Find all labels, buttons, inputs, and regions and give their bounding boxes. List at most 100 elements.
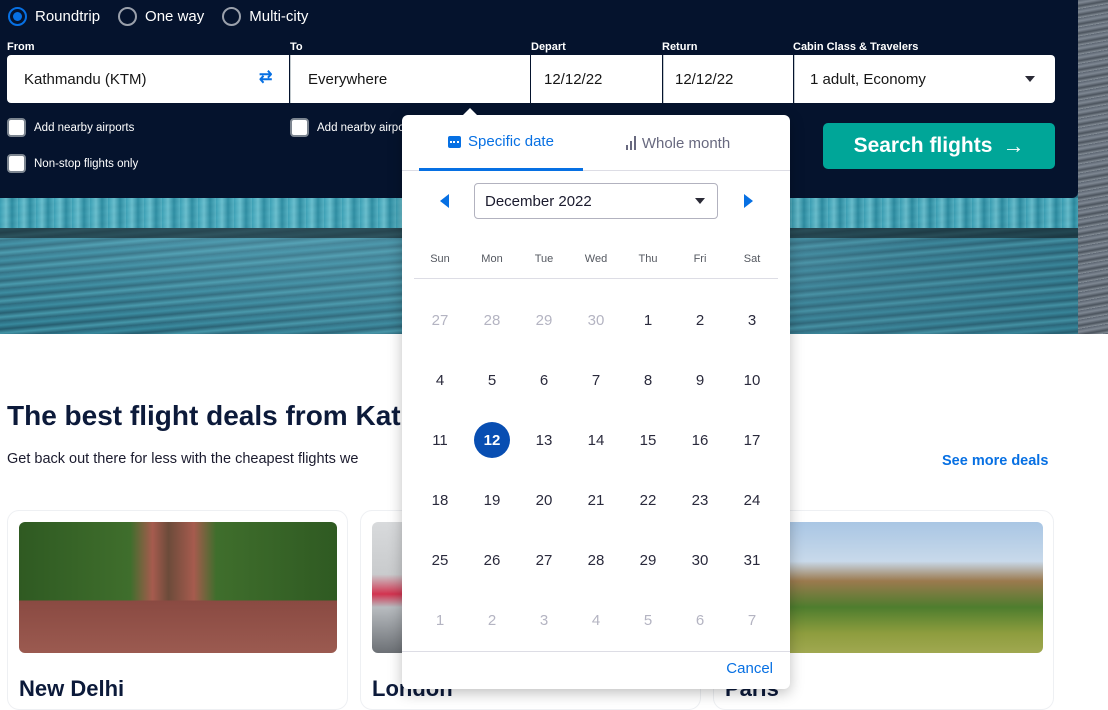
day-number: 20 (535, 491, 553, 509)
calendar-day[interactable]: 15 (622, 422, 674, 458)
calendar-day[interactable]: 25 (414, 542, 466, 578)
month-navigation: December 2022 (402, 183, 790, 219)
day-number: 17 (743, 431, 761, 449)
day-number: 7 (591, 371, 601, 389)
calendar-day[interactable]: 14 (570, 422, 622, 458)
day-number: 28 (587, 551, 605, 569)
radio-multi-city[interactable]: Multi-city (222, 4, 308, 28)
calendar-day[interactable]: 28 (570, 542, 622, 578)
calendar-day[interactable]: 5 (466, 362, 518, 398)
chevron-down-icon (695, 198, 705, 204)
calendar-day-outside-month: 2 (466, 602, 518, 638)
day-number: 10 (743, 371, 761, 389)
calendar-day-outside-month: 5 (622, 602, 674, 638)
weekday-label: Fri (693, 253, 707, 265)
radio-roundtrip[interactable]: Roundtrip (8, 4, 100, 28)
see-more-deals-link[interactable]: See more deals (942, 453, 1048, 469)
calendar-day[interactable]: 30 (674, 542, 726, 578)
tab-specific-date[interactable]: Specific date (419, 115, 583, 171)
day-number: 5 (487, 371, 497, 389)
add-nearby-airports-from-checkbox[interactable]: Add nearby airports (7, 118, 134, 137)
day-number: 23 (691, 491, 709, 509)
checkbox-label: Non-stop flights only (34, 157, 139, 170)
cabin-travelers-label: Cabin Class & Travelers (793, 41, 919, 53)
search-flights-button[interactable]: Search flights → (823, 123, 1055, 169)
date-picker-tabs: Specific date Whole month (402, 115, 790, 171)
day-number: 6 (695, 611, 705, 629)
month-select[interactable]: December 2022 (474, 183, 718, 219)
add-nearby-airports-to-checkbox[interactable]: Add nearby airports (290, 118, 417, 137)
calendar-day[interactable]: 4 (414, 362, 466, 398)
arrow-right-icon: → (1002, 133, 1025, 158)
calendar-day[interactable]: 21 (570, 482, 622, 518)
day-number: 14 (587, 431, 605, 449)
cancel-button[interactable]: Cancel (726, 660, 773, 677)
non-stop-flights-checkbox[interactable]: Non-stop flights only (7, 154, 138, 173)
calendar-day[interactable]: 31 (726, 542, 778, 578)
trip-type-radio-group: Roundtrip One way Multi-city (8, 4, 326, 28)
calendar-day[interactable]: 16 (674, 422, 726, 458)
calendar-day[interactable]: 24 (726, 482, 778, 518)
calendar-week-row: 1 2 3 4 5 6 7 (414, 590, 778, 650)
day-number: 30 (587, 311, 605, 329)
calendar-day-outside-month: 27 (414, 302, 466, 338)
day-number: 11 (432, 431, 448, 449)
swap-arrows-icon[interactable]: ⇄ (259, 69, 277, 87)
calendar-day[interactable]: 13 (518, 422, 570, 458)
calendar-week-row: 27 28 29 30 1 2 3 (414, 290, 778, 350)
calendar-day[interactable]: 1 (622, 302, 674, 338)
calendar-day[interactable]: 22 (622, 482, 674, 518)
calendar-day[interactable]: 7 (570, 362, 622, 398)
to-input[interactable]: Everywhere (290, 55, 530, 103)
calendar-week-row: 11 12 13 14 15 16 17 (414, 410, 778, 470)
radio-label: One way (145, 7, 205, 25)
depart-date-input[interactable]: 12/12/22 (530, 55, 662, 103)
calendar-day[interactable]: 3 (726, 302, 778, 338)
weekday-label: Sun (430, 253, 450, 265)
calendar-week-row: 25 26 27 28 29 30 31 (414, 530, 778, 590)
calendar-day[interactable]: 2 (674, 302, 726, 338)
cabin-travelers-value: 1 adult, Economy (810, 70, 926, 88)
radio-one-way[interactable]: One way (118, 4, 204, 28)
day-number: 4 (591, 611, 601, 629)
calendar-day[interactable]: 10 (726, 362, 778, 398)
search-flights-label: Search flights (853, 134, 993, 157)
day-number: 25 (431, 551, 449, 569)
from-input[interactable]: Kathmandu (KTM) ⇄ (7, 55, 289, 103)
day-number: 24 (743, 491, 761, 509)
calendar-day[interactable]: 11 (414, 422, 466, 458)
return-label: Return (662, 41, 698, 53)
previous-month-icon[interactable] (440, 194, 449, 208)
cabin-travelers-select[interactable]: 1 adult, Economy (794, 55, 1055, 103)
tab-whole-month[interactable]: Whole month (583, 115, 773, 171)
calendar-day[interactable]: 6 (518, 362, 570, 398)
day-number: 27 (535, 551, 553, 569)
calendar-day[interactable]: 29 (622, 542, 674, 578)
calendar-day[interactable]: 20 (518, 482, 570, 518)
calendar-day-outside-month: 3 (518, 602, 570, 638)
calendar-week-row: 4 5 6 7 8 9 10 (414, 350, 778, 410)
calendar-day[interactable]: 27 (518, 542, 570, 578)
day-number: 19 (483, 491, 501, 509)
calendar-day[interactable]: 26 (466, 542, 518, 578)
new-delhi-photo (19, 522, 337, 653)
calendar-day[interactable]: 19 (466, 482, 518, 518)
day-number: 30 (691, 551, 709, 569)
return-date-input[interactable]: 12/12/22 (663, 55, 793, 103)
radio-unselected-icon (222, 6, 242, 26)
day-number: 3 (747, 311, 757, 329)
day-number: 13 (535, 431, 553, 449)
day-number: 31 (743, 551, 761, 569)
day-number: 12 (474, 422, 510, 458)
calendar-day[interactable]: 18 (414, 482, 466, 518)
calendar-day[interactable]: 23 (674, 482, 726, 518)
calendar-day-outside-month: 1 (414, 602, 466, 638)
checkbox-label: Add nearby airports (34, 121, 135, 134)
calendar-day-selected[interactable]: 12 (466, 422, 518, 458)
deal-card-new-delhi[interactable]: New Delhi (7, 510, 348, 710)
next-month-icon[interactable] (744, 194, 753, 208)
calendar-day[interactable]: 9 (674, 362, 726, 398)
weekday-label: Wed (584, 253, 608, 265)
calendar-day[interactable]: 17 (726, 422, 778, 458)
calendar-day[interactable]: 8 (622, 362, 674, 398)
